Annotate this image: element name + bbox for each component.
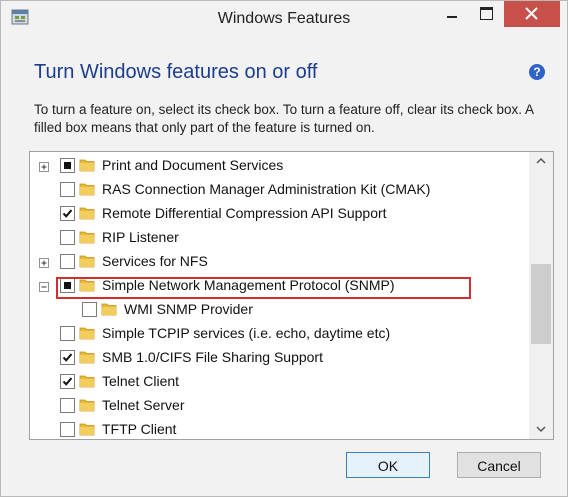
cancel-button[interactable]: Cancel (457, 452, 541, 478)
minimize-button[interactable] (437, 1, 467, 27)
feature-row[interactable]: RAS Connection Manager Administration Ki… (30, 179, 525, 201)
help-icon[interactable]: ? (529, 64, 545, 80)
partial-fill-icon (64, 162, 71, 169)
expand-icon[interactable] (39, 162, 49, 172)
scrollbar-thumb[interactable] (531, 264, 551, 344)
checkbox-partial[interactable] (60, 158, 75, 173)
minimize-icon (447, 16, 457, 18)
checkbox-unchecked[interactable] (60, 326, 75, 341)
close-button[interactable] (504, 1, 560, 27)
feature-label: Telnet Server (102, 397, 185, 413)
feature-label: TFTP Client (102, 421, 177, 437)
title-bar[interactable]: Windows Features (1, 1, 567, 39)
close-icon (525, 7, 538, 20)
folder-icon (79, 375, 95, 388)
checkmark-icon (62, 209, 73, 218)
folder-icon (79, 327, 95, 340)
feature-label: Telnet Client (102, 373, 180, 389)
chevron-down-icon (536, 426, 546, 433)
collapse-icon[interactable] (39, 282, 49, 292)
folder-icon (79, 207, 95, 220)
feature-label: RIP Listener (102, 229, 179, 245)
checkbox-checked[interactable] (60, 206, 75, 221)
checkbox-unchecked[interactable] (60, 422, 75, 437)
checkmark-icon (62, 353, 73, 362)
folder-icon (79, 231, 95, 244)
feature-row[interactable]: Simple TCPIP services (i.e. echo, daytim… (30, 323, 525, 345)
checkbox-unchecked[interactable] (82, 302, 97, 317)
page-heading: Turn Windows features on or off (34, 61, 318, 83)
feature-label: SMB 1.0/CIFS File Sharing Support (102, 349, 323, 365)
checkbox-unchecked[interactable] (60, 398, 75, 413)
folder-icon (79, 351, 95, 364)
folder-icon (101, 303, 117, 316)
feature-row[interactable]: WMI SNMP Provider (30, 299, 525, 321)
expand-icon[interactable] (39, 258, 49, 268)
checkbox-unchecked[interactable] (60, 230, 75, 245)
feature-row[interactable]: Telnet Client (30, 371, 525, 393)
checkmark-icon (62, 377, 73, 386)
folder-icon (79, 159, 95, 172)
checkbox-checked[interactable] (60, 374, 75, 389)
feature-row[interactable]: Services for NFS (30, 251, 525, 273)
feature-label: Print and Document Services (102, 157, 284, 173)
feature-label: Remote Differential Compression API Supp… (102, 205, 387, 221)
feature-label: WMI SNMP Provider (124, 301, 253, 317)
feature-row[interactable]: Telnet Server (30, 395, 525, 417)
feature-label: Simple TCPIP services (i.e. echo, daytim… (102, 325, 391, 341)
folder-icon (79, 399, 95, 412)
features-tree[interactable]: Print and Document Services RAS Connectio… (29, 151, 554, 440)
feature-label: RAS Connection Manager Administration Ki… (102, 181, 431, 197)
description-text: To turn a feature on, select its check b… (34, 102, 534, 135)
ok-button[interactable]: OK (346, 452, 430, 478)
feature-row[interactable]: SMB 1.0/CIFS File Sharing Support (30, 347, 525, 369)
checkbox-checked[interactable] (60, 350, 75, 365)
highlight-box (56, 277, 471, 299)
chevron-up-icon (536, 157, 546, 164)
vertical-scrollbar[interactable] (529, 152, 553, 439)
maximize-button[interactable] (471, 1, 501, 27)
windows-features-dialog: Windows Features Turn Windows features o… (0, 0, 568, 497)
folder-icon (79, 423, 95, 436)
feature-row[interactable]: RIP Listener (30, 227, 525, 249)
folder-icon (79, 255, 95, 268)
scroll-down-button[interactable] (529, 421, 553, 439)
feature-row[interactable]: Remote Differential Compression API Supp… (30, 203, 525, 225)
feature-row[interactable]: TFTP Client (30, 419, 525, 439)
checkbox-unchecked[interactable] (60, 182, 75, 197)
maximize-icon (480, 7, 493, 20)
checkbox-unchecked[interactable] (60, 254, 75, 269)
feature-row[interactable]: Print and Document Services (30, 155, 525, 177)
folder-icon (79, 183, 95, 196)
feature-label: Services for NFS (102, 253, 208, 269)
scroll-up-button[interactable] (529, 152, 553, 170)
